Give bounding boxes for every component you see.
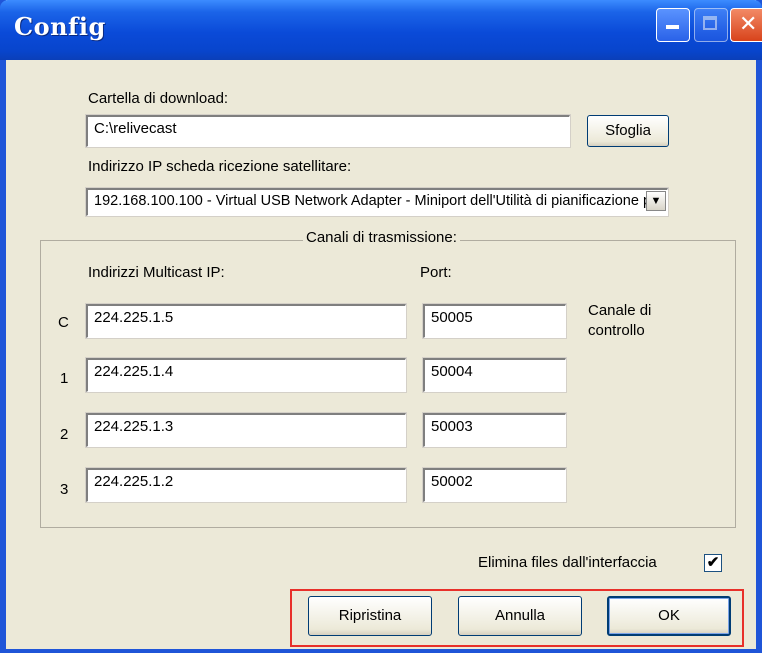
minimize-button[interactable]	[656, 8, 690, 42]
channels-legend: Canali di trasmissione:	[303, 229, 460, 246]
ip-adapter-select[interactable]: 192.168.100.100 - Virtual USB Network Ad…	[86, 188, 668, 216]
channel-label-2: 2	[60, 426, 69, 443]
channel-c-ip-input[interactable]: 224.225.1.5	[86, 304, 406, 338]
channel-3-ip-input[interactable]: 224.225.1.2	[86, 468, 406, 502]
ip-adapter-value: 192.168.100.100 - Virtual USB Network Ad…	[94, 193, 668, 209]
channel-3-port-input[interactable]: 50002	[423, 468, 566, 502]
maximize-button[interactable]	[694, 8, 728, 42]
delete-files-label: Elimina files dall'interfaccia	[478, 554, 657, 571]
close-button[interactable]: ✕	[730, 8, 762, 42]
download-folder-label: Cartella di download:	[88, 90, 229, 107]
port-header: Port:	[420, 264, 452, 281]
ip-adapter-label: Indirizzo IP scheda ricezione satellitar…	[88, 158, 352, 175]
control-channel-note-1: Canale di	[588, 302, 652, 319]
channel-1-port-input[interactable]: 50004	[423, 358, 566, 392]
cancel-button[interactable]: Annulla	[458, 596, 582, 636]
minimize-icon	[666, 25, 679, 29]
maximize-icon	[703, 16, 717, 30]
reset-button[interactable]: Ripristina	[308, 596, 432, 636]
control-channel-note-2: controllo	[588, 322, 645, 339]
ok-button[interactable]: OK	[607, 596, 731, 636]
channel-2-ip-input[interactable]: 224.225.1.3	[86, 413, 406, 447]
chevron-down-icon[interactable]: ▼	[646, 191, 666, 211]
close-icon: ✕	[739, 12, 758, 37]
channel-label-1: 1	[60, 370, 69, 387]
delete-files-checkbox[interactable]: ✔	[704, 554, 722, 572]
channel-2-port-input[interactable]: 50003	[423, 413, 566, 447]
title-bar[interactable]: Config ✕	[0, 0, 762, 60]
browse-button[interactable]: Sfoglia	[587, 115, 669, 147]
window-title: Config	[14, 12, 106, 41]
channel-label-c: C	[58, 314, 69, 331]
download-folder-input[interactable]: C:\relivecast	[86, 115, 570, 147]
multicast-ip-header: Indirizzi Multicast IP:	[88, 264, 225, 281]
channel-c-port-input[interactable]: 50005	[423, 304, 566, 338]
channel-label-3: 3	[60, 481, 69, 498]
channel-1-ip-input[interactable]: 224.225.1.4	[86, 358, 406, 392]
